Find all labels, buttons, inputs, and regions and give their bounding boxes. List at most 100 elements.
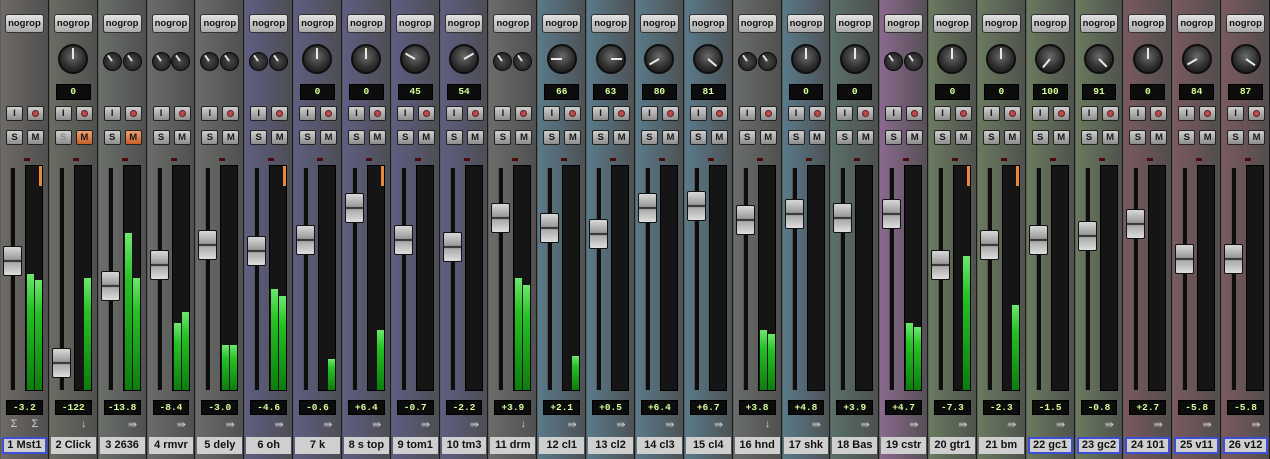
volume-fader[interactable]: [1224, 243, 1244, 274]
pan-left-knob[interactable]: [200, 52, 220, 71]
sends-icon[interactable]: ⇛: [856, 418, 874, 433]
input-monitor-button[interactable]: I: [543, 106, 561, 121]
pan-knob[interactable]: [1083, 44, 1114, 74]
automation-icon[interactable]: [1031, 418, 1049, 433]
pan-knob[interactable]: [644, 44, 675, 74]
mute-button[interactable]: M: [271, 130, 289, 145]
track-name[interactable]: 13 cl2: [588, 437, 633, 454]
volume-fader[interactable]: [393, 225, 413, 256]
mute-button[interactable]: M: [27, 130, 44, 145]
sends-icon[interactable]: ⇛: [710, 418, 728, 433]
mute-button[interactable]: M: [564, 130, 582, 145]
group-selector[interactable]: nogrop: [298, 14, 337, 33]
group-selector[interactable]: nogrop: [933, 14, 972, 33]
volume-fader[interactable]: [833, 202, 853, 233]
volume-value[interactable]: -7.3: [934, 400, 971, 415]
volume-value[interactable]: -0.6: [299, 400, 336, 415]
group-selector[interactable]: nogrop: [1177, 14, 1217, 33]
track-name[interactable]: 2 Click: [50, 437, 96, 454]
automation-icon[interactable]: [884, 418, 902, 433]
input-monitor-button[interactable]: I: [1080, 106, 1098, 121]
mute-button[interactable]: M: [1248, 130, 1266, 145]
group-selector[interactable]: nogrop: [444, 14, 484, 33]
track-name[interactable]: 17 shk: [783, 437, 829, 454]
volume-fader[interactable]: [882, 198, 902, 229]
volume-value[interactable]: -5.8: [1227, 400, 1264, 415]
record-enable-button[interactable]: [613, 106, 631, 121]
record-enable-button[interactable]: [906, 106, 924, 121]
automation-icon[interactable]: [298, 418, 316, 433]
track-name[interactable]: 22 gc1: [1027, 437, 1073, 454]
solo-button[interactable]: S: [103, 130, 121, 145]
automation-icon[interactable]: Σ: [5, 418, 23, 433]
track-name[interactable]: 11 drm: [490, 437, 536, 454]
mute-button[interactable]: M: [1101, 130, 1119, 145]
mute-button[interactable]: M: [173, 130, 191, 145]
volume-fader[interactable]: [1175, 243, 1195, 274]
volume-value[interactable]: -3.2: [6, 400, 43, 415]
record-enable-button[interactable]: [955, 106, 973, 121]
track-name[interactable]: 20 gtr1: [930, 437, 975, 454]
solo-button[interactable]: S: [494, 130, 512, 145]
record-enable-button[interactable]: [759, 106, 777, 121]
mute-button[interactable]: M: [906, 130, 924, 145]
pan-knob[interactable]: [546, 44, 577, 74]
mute-button[interactable]: M: [661, 130, 679, 145]
group-selector[interactable]: nogrop: [1079, 14, 1119, 33]
automation-icon[interactable]: [591, 418, 609, 433]
pan-value[interactable]: 0: [300, 84, 335, 100]
sends-icon[interactable]: ⇛: [417, 418, 435, 433]
pan-value[interactable]: 80: [641, 84, 677, 100]
sends-icon[interactable]: ⇛: [270, 418, 288, 433]
pan-left-knob[interactable]: [884, 52, 904, 71]
group-selector[interactable]: nogrop: [591, 14, 630, 33]
input-monitor-button[interactable]: I: [250, 106, 268, 121]
group-selector[interactable]: nogrop: [737, 14, 777, 33]
solo-button[interactable]: S: [1178, 130, 1196, 145]
automation-icon[interactable]: [249, 418, 267, 433]
input-monitor-button[interactable]: I: [885, 106, 903, 121]
pan-knob[interactable]: [1230, 44, 1261, 74]
input-monitor-button[interactable]: I: [445, 106, 463, 121]
output-arrow-icon[interactable]: ↓: [759, 418, 777, 433]
solo-button[interactable]: S: [689, 130, 707, 145]
record-enable-button[interactable]: [222, 106, 240, 121]
input-monitor-button[interactable]: I: [103, 106, 121, 121]
track-name[interactable]: 5 dely: [197, 437, 243, 454]
pan-knob[interactable]: [790, 44, 821, 74]
automation-icon[interactable]: [835, 418, 853, 433]
record-enable-button[interactable]: [1052, 106, 1070, 121]
group-selector[interactable]: nogrop: [981, 14, 1021, 33]
pan-right-knob[interactable]: [513, 52, 533, 71]
automation-icon[interactable]: [738, 418, 756, 433]
automation-icon[interactable]: [982, 418, 1000, 433]
pan-right-knob[interactable]: [757, 52, 777, 71]
input-monitor-button[interactable]: I: [1129, 106, 1147, 121]
volume-fader[interactable]: [3, 245, 22, 276]
record-enable-button[interactable]: [271, 106, 289, 121]
solo-button[interactable]: S: [152, 130, 170, 145]
sends-icon[interactable]: Σ: [26, 418, 44, 433]
mute-button[interactable]: M: [1052, 130, 1070, 145]
record-enable-button[interactable]: [466, 106, 484, 121]
volume-value[interactable]: -8.4: [152, 400, 190, 415]
volume-fader[interactable]: [198, 229, 218, 260]
input-monitor-button[interactable]: I: [1031, 106, 1049, 121]
solo-button[interactable]: S: [787, 130, 805, 145]
mute-button[interactable]: M: [857, 130, 875, 145]
automation-icon[interactable]: [787, 418, 805, 433]
volume-fader[interactable]: [149, 250, 169, 280]
group-selector[interactable]: nogrop: [1030, 14, 1070, 33]
sends-icon[interactable]: ⇛: [1100, 418, 1118, 433]
volume-value[interactable]: -3.0: [201, 400, 239, 415]
volume-value[interactable]: +3.9: [836, 400, 874, 415]
pan-right-knob[interactable]: [171, 52, 191, 71]
track-name[interactable]: 6 oh: [246, 437, 292, 454]
pan-value[interactable]: 0: [935, 84, 970, 100]
volume-fader[interactable]: [491, 202, 511, 233]
sends-icon[interactable]: ⇛: [661, 418, 679, 433]
mute-button[interactable]: M: [222, 130, 240, 145]
mute-button[interactable]: M: [515, 130, 533, 145]
solo-button[interactable]: S: [738, 130, 756, 145]
pan-left-knob[interactable]: [151, 52, 171, 71]
